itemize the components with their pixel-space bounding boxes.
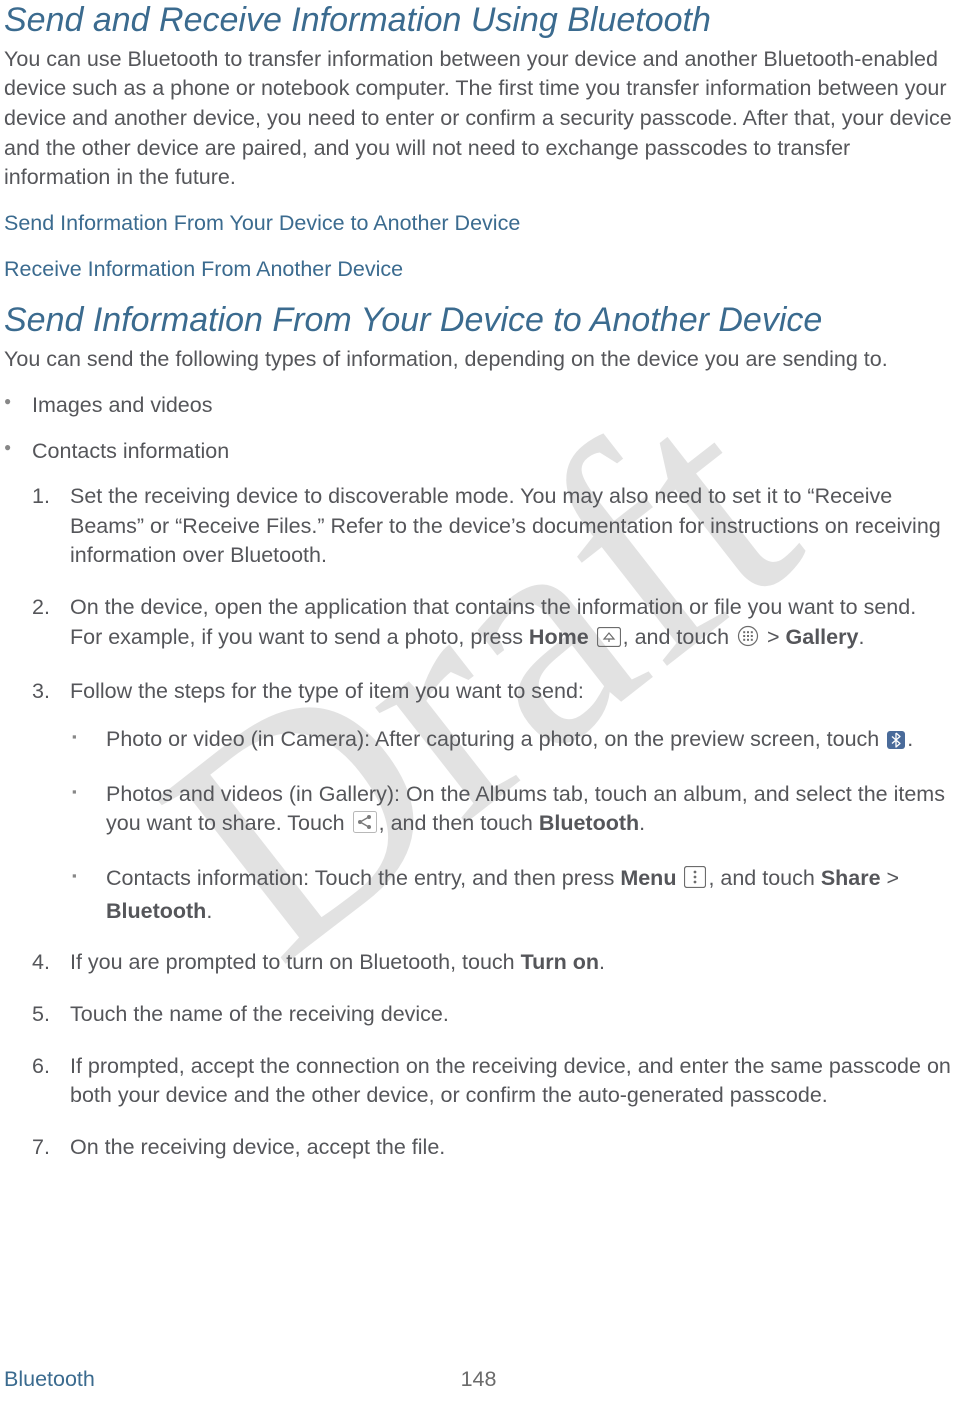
step-2-text-c: > bbox=[761, 625, 786, 649]
step-4-text-b: . bbox=[599, 950, 605, 974]
menu-icon bbox=[684, 866, 706, 897]
bluetooth-icon bbox=[887, 728, 905, 758]
footer-page-number: 148 bbox=[461, 1365, 497, 1395]
page-footer: Bluetooth 148 bbox=[0, 1365, 957, 1395]
kw-gallery: Gallery bbox=[786, 625, 859, 649]
substep-c-text-a: Contacts information: Touch the entry, a… bbox=[106, 866, 620, 890]
kw-share: Share bbox=[821, 866, 881, 890]
step-3: Follow the steps for the type of item yo… bbox=[32, 677, 953, 926]
step-2-text-b: , and touch bbox=[623, 625, 735, 649]
home-icon bbox=[597, 626, 621, 656]
step-4-text-a: If you are prompted to turn on Bluetooth… bbox=[70, 950, 521, 974]
step-4: If you are prompted to turn on Bluetooth… bbox=[32, 948, 953, 978]
link-send-info[interactable]: Send Information From Your Device to Ano… bbox=[4, 209, 953, 239]
share-icon bbox=[353, 811, 377, 842]
substep-c-text-b: , and touch bbox=[708, 866, 820, 890]
substep-a-text: Photo or video (in Camera): After captur… bbox=[106, 727, 885, 751]
heading-send-info: Send Information From Your Device to Ano… bbox=[4, 300, 953, 341]
type-item-contacts: Contacts information bbox=[4, 437, 953, 467]
type-item-images: Images and videos bbox=[4, 391, 953, 421]
substep-photo-camera: Photo or video (in Camera): After captur… bbox=[70, 725, 953, 758]
step-6: If prompted, accept the connection on th… bbox=[32, 1052, 953, 1111]
kw-turn-on: Turn on bbox=[521, 950, 599, 974]
substep-b-text-end: . bbox=[639, 811, 645, 835]
apps-icon bbox=[737, 625, 759, 656]
send-lead-paragraph: You can send the following types of info… bbox=[4, 345, 953, 375]
step-3-text: Follow the steps for the type of item yo… bbox=[70, 679, 584, 703]
kw-bluetooth-contacts: Bluetooth bbox=[106, 899, 206, 923]
step-7: On the receiving device, accept the file… bbox=[32, 1133, 953, 1163]
kw-home: Home bbox=[529, 625, 589, 649]
substep-contacts: Contacts information: Touch the entry, a… bbox=[70, 864, 953, 926]
substep-b-text-b: , and then touch bbox=[379, 811, 539, 835]
kw-bluetooth-gallery: Bluetooth bbox=[539, 811, 639, 835]
intro-paragraph: You can use Bluetooth to transfer inform… bbox=[4, 45, 953, 193]
heading-main: Send and Receive Information Using Bluet… bbox=[4, 0, 953, 41]
substep-photos-gallery: Photos and videos (in Gallery): On the A… bbox=[70, 780, 953, 842]
step-5: Touch the name of the receiving device. bbox=[32, 1000, 953, 1030]
step-2-text-d: . bbox=[858, 625, 864, 649]
step-2: On the device, open the application that… bbox=[32, 593, 953, 655]
step-1: Set the receiving device to discoverable… bbox=[32, 482, 953, 571]
substep-c-text-d: . bbox=[206, 899, 212, 923]
footer-section: Bluetooth bbox=[4, 1367, 95, 1391]
substep-c-text-c: > bbox=[881, 866, 900, 890]
substep-a-text-end: . bbox=[907, 727, 913, 751]
kw-menu: Menu bbox=[620, 866, 676, 890]
link-receive-info[interactable]: Receive Information From Another Device bbox=[4, 255, 953, 285]
